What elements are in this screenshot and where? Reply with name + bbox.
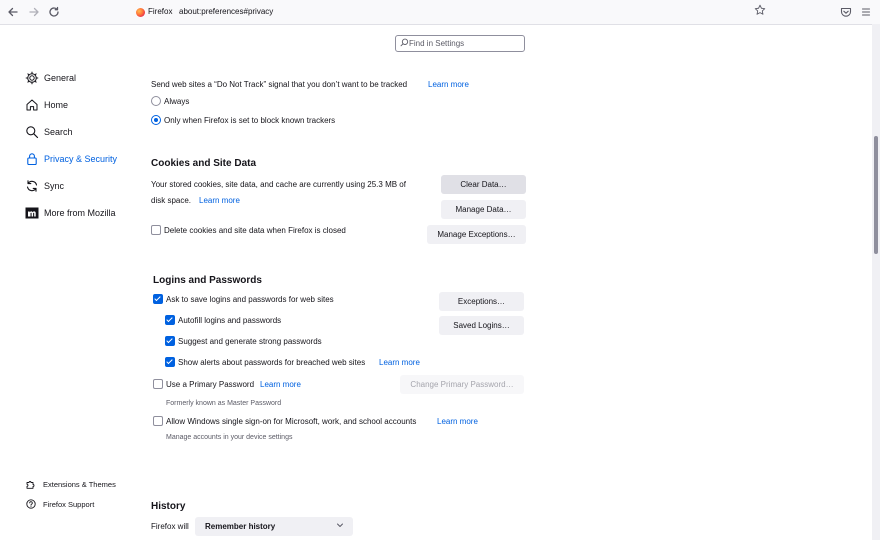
sidebar-item-sync[interactable]: Sync [25, 179, 135, 195]
sidebar-item-more-from-mozilla[interactable]: More from Mozilla [25, 206, 135, 222]
breach-alerts-checkbox[interactable] [165, 357, 175, 367]
windows-sso-label: Allow Windows single sign-on for Microso… [166, 417, 417, 426]
primary-password-note: Formerly known as Master Password [166, 400, 282, 407]
search-icon [400, 38, 409, 49]
primary-password-label: Use a Primary Password [166, 380, 255, 389]
sidebar-item-general[interactable]: General [25, 71, 135, 87]
history-mode-select[interactable]: Remember history [195, 517, 353, 536]
chevron-down-icon [336, 521, 344, 531]
lock-icon [25, 152, 39, 166]
find-in-settings[interactable] [395, 35, 525, 52]
history-mode-value: Remember history [205, 522, 276, 531]
cookies-heading: Cookies and Site Data [151, 158, 257, 169]
history-heading: History [151, 501, 186, 512]
firefox-logo-icon [136, 8, 145, 17]
help-icon [26, 499, 36, 509]
cookies-usage-text: Your stored cookies, site data, and cach… [151, 180, 406, 189]
page-scrollbar[interactable] [872, 24, 880, 540]
cookies-learn-more-link[interactable]: Learn more [199, 196, 240, 205]
sidebar-item-home[interactable]: Home [25, 98, 135, 114]
logins-exceptions-button[interactable]: Exceptions… [439, 292, 524, 311]
ask-to-save-logins-label: Ask to save logins and passwords for web… [166, 295, 334, 304]
page-scrollbar-thumb[interactable] [874, 136, 878, 254]
manage-exceptions-button[interactable]: Manage Exceptions… [427, 225, 526, 244]
manage-data-button[interactable]: Manage Data… [441, 200, 526, 219]
dnt-always-label: Always [164, 97, 190, 106]
house-icon [25, 98, 39, 112]
windows-sso-learn-more-link[interactable]: Learn more [437, 417, 478, 426]
sidebar-item-privacy-security[interactable]: Privacy & Security [25, 152, 135, 168]
logins-heading: Logins and Passwords [153, 275, 262, 286]
autofill-logins-label: Autofill logins and passwords [178, 316, 282, 325]
saved-logins-button[interactable]: Saved Logins… [439, 316, 524, 335]
dnt-always-radio[interactable] [151, 96, 161, 106]
sidebar-item-label: Home [44, 100, 69, 110]
suggest-strong-passwords-label: Suggest and generate strong passwords [178, 337, 322, 346]
dnt-only-when-blocking-radio[interactable] [151, 115, 161, 125]
sidebar-footer-label: Firefox Support [43, 500, 95, 509]
breach-learn-more-link[interactable]: Learn more [379, 358, 420, 367]
sidebar-item-label: More from Mozilla [44, 208, 116, 218]
url-bar[interactable]: Firefox about:preferences#privacy [130, 3, 776, 21]
delete-cookies-on-close-checkbox[interactable] [151, 225, 161, 235]
sidebar-item-label: General [44, 73, 77, 83]
pocket-icon[interactable] [838, 4, 854, 20]
cookies-usage-text-line2: disk space. [151, 196, 192, 205]
suggest-strong-passwords-checkbox[interactable] [165, 336, 175, 346]
sync-icon [25, 179, 39, 193]
identity-label: Firefox [148, 7, 173, 16]
windows-sso-description: Manage accounts in your device settings [166, 434, 293, 441]
delete-cookies-on-close-label: Delete cookies and site data when Firefo… [164, 226, 346, 235]
autofill-logins-checkbox[interactable] [165, 315, 175, 325]
search-icon [25, 125, 39, 139]
sidebar-item-label: Search [44, 127, 73, 137]
sidebar-item-label: Privacy & Security [44, 154, 118, 164]
url-text[interactable]: about:preferences#privacy [179, 7, 273, 16]
arrow-right-icon[interactable] [26, 4, 42, 20]
ask-to-save-logins-checkbox[interactable] [153, 294, 163, 304]
puzzle-icon [26, 479, 36, 489]
reload-icon[interactable] [46, 4, 62, 20]
breach-alerts-label: Show alerts about passwords for breached… [178, 358, 366, 367]
change-primary-password-button: Change Primary Password… [400, 375, 524, 394]
primary-password-checkbox[interactable] [153, 379, 163, 389]
sidebar-footer-label: Extensions & Themes [43, 480, 116, 489]
firefox-will-label: Firefox will [151, 522, 189, 531]
arrow-left-icon[interactable] [5, 4, 21, 20]
sidebar-item-search[interactable]: Search [25, 125, 135, 141]
browser-toolbar: Firefox about:preferences#privacy [0, 0, 880, 25]
hamburger-menu-icon[interactable] [858, 4, 874, 20]
dnt-description: Send web sites a “Do Not Track” signal t… [151, 80, 408, 89]
mozilla-icon [25, 206, 39, 220]
sidebar-item-label: Sync [44, 181, 65, 191]
clear-data-button[interactable]: Clear Data… [441, 175, 526, 194]
find-in-settings-input[interactable] [409, 37, 519, 50]
star-icon[interactable] [754, 4, 766, 19]
dnt-only-when-blocking-label: Only when Firefox is set to block known … [164, 116, 336, 125]
primary-password-learn-more-link[interactable]: Learn more [260, 380, 301, 389]
windows-sso-checkbox[interactable] [153, 416, 163, 426]
dnt-learn-more-link[interactable]: Learn more [428, 80, 469, 89]
gear-icon [25, 71, 39, 85]
